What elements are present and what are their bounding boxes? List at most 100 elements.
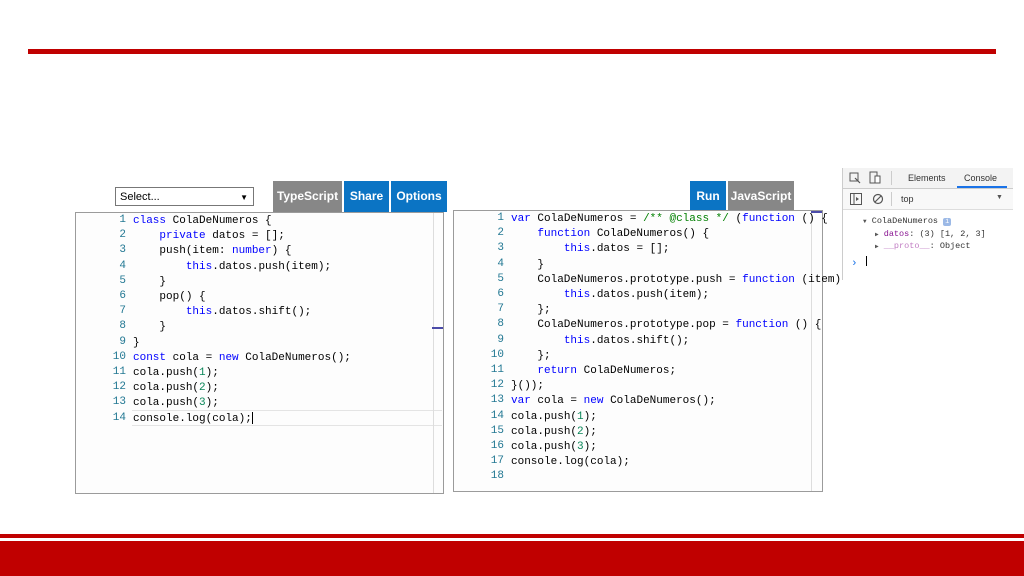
toolbar-divider (891, 192, 892, 206)
console-caret (865, 256, 867, 266)
proto-value: Object (939, 241, 971, 251)
sidebar-toggle-icon[interactable] (850, 193, 862, 205)
dropdown-arrow-icon: ▼ (240, 193, 248, 202)
line-number: 5 (119, 274, 126, 287)
collapse-triangle-icon[interactable]: ▶ (875, 243, 879, 250)
code-line: } (133, 275, 167, 288)
property-value: (3) [1, 2, 3] (919, 229, 986, 239)
line-number: 15 (490, 424, 504, 437)
devtools-panel: Elements Console top ▼ ▼ ColaDeNumeros i… (842, 168, 1013, 280)
example-select[interactable]: Select... ▼ (115, 187, 254, 206)
code-line: console.log(cola); (511, 456, 630, 469)
code-line: this.datos.shift(); (563, 334, 690, 347)
line-number: 16 (490, 440, 504, 452)
code-line: console.log(cola); (133, 411, 253, 425)
line-number: 10 (112, 350, 126, 363)
console-property-row[interactable]: ▶ datos: (3) [1, 2, 3] (875, 229, 986, 239)
code-line: private datos = []; (159, 230, 285, 243)
code-line: function ColaDeNumeros() { (537, 228, 710, 241)
line-number: 3 (119, 244, 126, 257)
scrollbar-marker (432, 327, 443, 329)
prompt-chevron-icon: › (851, 258, 858, 270)
code-line: cola.push(3); (511, 441, 597, 453)
tab-console[interactable]: Console (964, 173, 997, 183)
devtools-tabbar: Elements Console (843, 168, 1013, 189)
line-number: 7 (119, 305, 126, 318)
console-property-row[interactable]: ▶ __proto__: Object (875, 241, 970, 251)
tab-elements[interactable]: Elements (908, 173, 946, 183)
collapse-triangle-icon[interactable]: ▶ (875, 231, 879, 238)
code-line: class ColaDeNumeros { (133, 215, 272, 227)
line-number: 13 (490, 394, 504, 407)
line-number: 5 (497, 272, 504, 285)
code-line: } (511, 258, 545, 271)
inspect-icon[interactable] (849, 172, 861, 184)
line-number: 18 (490, 470, 504, 483)
line-number: 13 (112, 396, 126, 409)
editor-ruler (811, 211, 812, 491)
console-prompt-row[interactable]: › (851, 256, 867, 270)
device-toggle-icon[interactable] (869, 171, 881, 185)
line-number: 1 (497, 212, 504, 224)
clear-console-icon[interactable] (872, 193, 884, 205)
code-line: pop() { (159, 291, 206, 303)
code-line: cola.push(2); (133, 382, 219, 395)
code-line: } (133, 336, 140, 349)
line-number: 2 (497, 227, 504, 240)
line-number: 11 (112, 366, 126, 378)
expand-triangle-icon[interactable]: ▼ (863, 218, 867, 225)
typescript-button[interactable]: TypeScript (273, 181, 342, 212)
code-line: this.datos = []; (563, 243, 670, 256)
code-line: cola.push(2); (511, 425, 597, 438)
line-number: 11 (490, 364, 504, 376)
console-log-entry[interactable]: ▼ ColaDeNumeros i (863, 216, 952, 226)
code-line: return ColaDeNumeros; (537, 365, 677, 377)
context-selector[interactable]: top (901, 194, 914, 204)
select-value: Select... (120, 191, 160, 203)
code-line: cola.push(3); (133, 397, 219, 410)
line-number: 17 (490, 455, 504, 468)
code-line: ColaDeNumeros.prototype.pop = function (… (537, 319, 822, 332)
typescript-editor[interactable]: 1 class ColaDeNumeros {2 private datos = … (75, 212, 444, 494)
code-line: }; (511, 349, 551, 362)
line-number: 4 (497, 257, 504, 270)
code-line: }; (511, 304, 551, 317)
line-number: 10 (490, 348, 504, 361)
top-red-rule (28, 49, 996, 54)
scrollbar-marker (811, 211, 822, 213)
active-tab-indicator (957, 186, 1007, 188)
line-number: 6 (119, 290, 126, 302)
code-line: const cola = new ColaDeNumeros(); (133, 351, 351, 364)
console-toolbar: top ▼ (843, 189, 1013, 210)
line-number: 2 (119, 229, 126, 242)
code-line: }()); (511, 380, 545, 393)
code-line: this.datos.shift(); (185, 306, 312, 319)
line-number: 3 (497, 242, 504, 255)
code-line: push(item: number) { (159, 245, 292, 258)
options-button[interactable]: Options (391, 181, 447, 212)
javascript-button[interactable]: JavaScript (728, 181, 794, 212)
line-number: 8 (119, 320, 126, 333)
code-line: } (133, 321, 167, 334)
line-number: 9 (119, 335, 126, 348)
context-dropdown-icon[interactable]: ▼ (996, 194, 1003, 201)
code-line: this.datos.push(item); (563, 289, 710, 301)
line-number: 6 (497, 288, 504, 300)
info-icon: i (943, 218, 952, 226)
share-button[interactable]: Share (344, 181, 389, 212)
bottom-red-band (0, 541, 1024, 576)
line-number: 14 (490, 409, 504, 422)
run-button[interactable]: Run (690, 181, 726, 212)
object-name: ColaDeNumeros (871, 216, 939, 226)
line-number: 12 (490, 379, 504, 392)
code-line: var cola = new ColaDeNumeros(); (511, 395, 716, 408)
line-number: 7 (497, 303, 504, 316)
text-caret (251, 411, 253, 424)
property-key: datos (883, 229, 910, 239)
proto-key: __proto__ (883, 241, 930, 251)
code-line: var ColaDeNumeros = /** @class */ (funct… (511, 213, 828, 225)
code-line: cola.push(1); (133, 367, 219, 379)
line-number: 9 (497, 333, 504, 346)
code-line: ColaDeNumeros.prototype.push = function … (537, 273, 842, 286)
javascript-editor[interactable]: 1 var ColaDeNumeros = /** @class */ (func… (453, 210, 841, 492)
